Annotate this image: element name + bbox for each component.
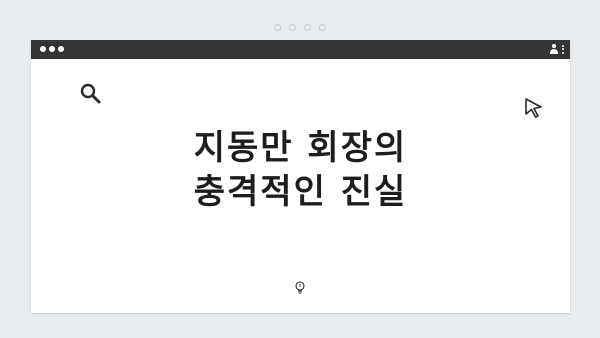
- lightbulb-icon: [295, 281, 305, 294]
- page-headline: 지동만 회장의 충격적인 진실: [31, 126, 570, 214]
- page-dot: [319, 24, 326, 31]
- kebab-menu-icon[interactable]: [562, 44, 564, 54]
- page-dot: [274, 24, 281, 31]
- browser-window: 지동만 회장의 충격적인 진실: [31, 40, 570, 313]
- window-dot-minimize[interactable]: [49, 46, 55, 52]
- titlebar-actions: [550, 44, 564, 54]
- window-controls: [40, 46, 64, 52]
- page-dot: [304, 24, 311, 31]
- window-dot-maximize[interactable]: [58, 46, 64, 52]
- cursor-icon: [525, 98, 542, 118]
- headline-line-1: 지동만 회장의: [193, 128, 408, 168]
- top-pagination-dots: [0, 24, 600, 31]
- headline-line-2: 충격적인 진실: [193, 172, 408, 212]
- window-titlebar: [31, 40, 570, 59]
- window-dot-close[interactable]: [40, 46, 46, 52]
- search-icon: [80, 83, 101, 104]
- user-icon[interactable]: [550, 44, 558, 54]
- page-dot: [289, 24, 296, 31]
